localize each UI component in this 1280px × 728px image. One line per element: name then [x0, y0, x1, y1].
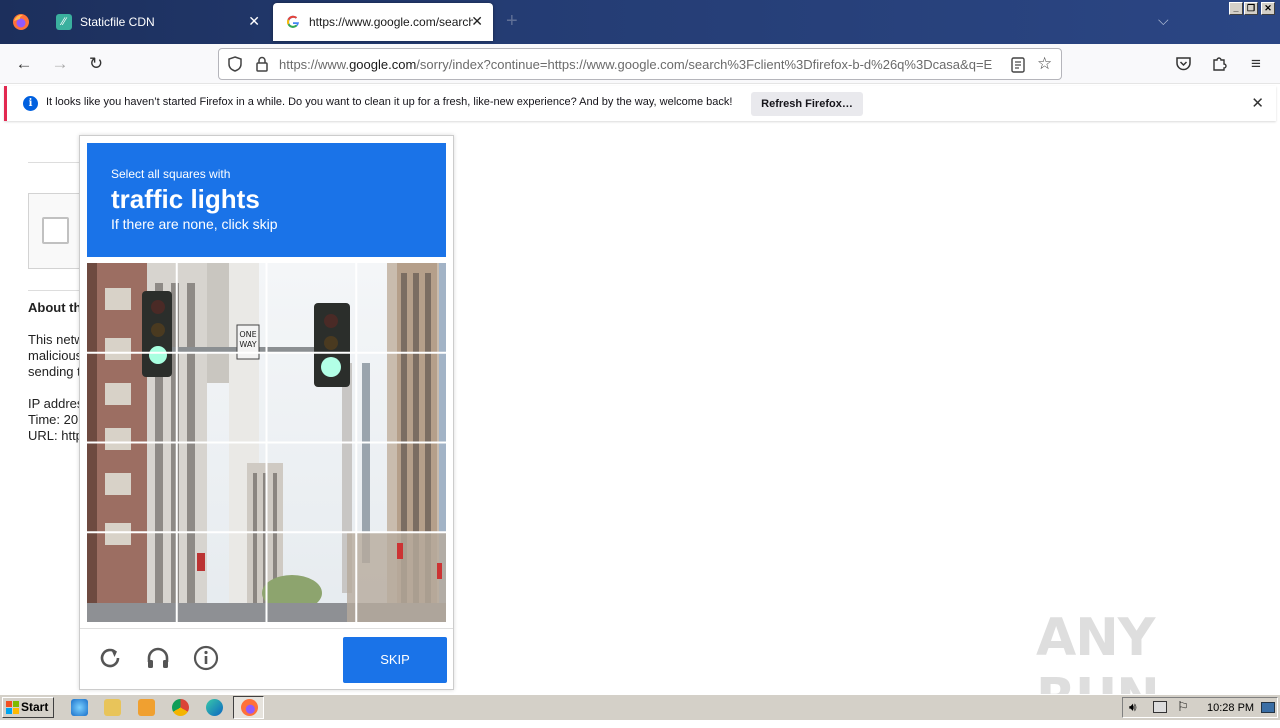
restore-button[interactable]: ❐: [1244, 2, 1258, 15]
notification-message: It looks like you haven’t started Firefo…: [46, 96, 733, 108]
recaptcha-checkbox[interactable]: [42, 217, 69, 244]
edge-icon[interactable]: [206, 699, 223, 716]
captcha-tile[interactable]: [356, 353, 446, 443]
captcha-tile[interactable]: [356, 443, 446, 532]
captcha-hint: If there are none, click skip: [111, 216, 278, 232]
tab-bar: ∕∕ Staticfile CDN ✕ https://www.google.c…: [0, 0, 1280, 44]
reload-icon[interactable]: ↻: [86, 54, 106, 74]
captcha-instruction: Select all squares with: [111, 167, 231, 181]
app-menu-hamburger-icon[interactable]: ≡: [1246, 54, 1266, 74]
audio-challenge-headphones-icon[interactable]: [145, 645, 171, 671]
url-text[interactable]: https://www.google.com/sorry/index?conti…: [279, 57, 999, 72]
close-tab-icon[interactable]: ✕: [471, 13, 483, 30]
volume-icon[interactable]: 🔊︎: [1129, 700, 1137, 715]
media-player-icon[interactable]: [138, 699, 155, 716]
close-notification-icon[interactable]: ✕: [1251, 94, 1264, 112]
close-tab-icon[interactable]: ✕: [248, 13, 260, 30]
captcha-tile[interactable]: [177, 263, 267, 353]
captcha-header: Select all squares with traffic lights I…: [87, 143, 446, 257]
tab-title: Staticfile CDN: [80, 15, 155, 29]
pocket-icon[interactable]: [1175, 55, 1192, 72]
captcha-footer: SKIP: [80, 628, 453, 690]
ip-address-line: IP addres: [28, 396, 84, 411]
firefox-view-button[interactable]: [0, 0, 42, 44]
about-heading: About th: [28, 300, 82, 315]
url-domain: google.com: [349, 57, 417, 72]
info-icon: i: [23, 96, 38, 111]
forward-arrow-icon[interactable]: →: [50, 54, 70, 74]
firefox-icon: [241, 699, 258, 716]
url-path: /sorry/index?continue=https://www.google…: [416, 57, 993, 72]
captcha-tile[interactable]: [267, 532, 356, 622]
file-explorer-icon[interactable]: [104, 699, 121, 716]
notification-bar: i It looks like you haven’t started Fire…: [4, 86, 1276, 121]
list-all-tabs-chevron-icon[interactable]: ⌵: [1158, 12, 1169, 29]
captcha-tile[interactable]: [356, 532, 446, 622]
tab-title: https://www.google.com/search?c: [309, 15, 473, 29]
start-button[interactable]: Start: [2, 697, 54, 718]
captcha-tile[interactable]: [177, 353, 267, 443]
clock: 10:28 PM: [1207, 702, 1255, 714]
start-label: Start: [21, 700, 49, 714]
staticfile-favicon-icon: ∕∕: [56, 14, 72, 30]
help-info-icon[interactable]: [193, 645, 219, 671]
firefox-icon: [13, 14, 29, 30]
captcha-tile[interactable]: [87, 353, 177, 443]
system-tray: 🔊︎ ⚐ 10:28 PM: [1122, 697, 1278, 718]
firefox-taskbar-button[interactable]: [233, 696, 264, 719]
back-arrow-icon[interactable]: ←: [14, 54, 34, 74]
captcha-tile[interactable]: [267, 443, 356, 532]
reload-challenge-icon[interactable]: [97, 645, 123, 671]
windows-logo-icon: [6, 701, 19, 714]
google-favicon-icon: [285, 14, 301, 30]
url-bar[interactable]: https://www.google.com/sorry/index?conti…: [218, 48, 1062, 80]
time-line: Time: 20: [28, 412, 79, 427]
tab-staticfile[interactable]: ∕∕ Staticfile CDN ✕: [44, 0, 270, 44]
para-line: malicious: [28, 348, 83, 363]
para-line: This netw: [28, 332, 84, 347]
chrome-icon[interactable]: [172, 699, 189, 716]
bookmark-star-icon[interactable]: ☆: [1037, 54, 1052, 74]
taskbar: Start 🔊︎ ⚐ 10:28 PM: [0, 694, 1280, 720]
captcha-tile[interactable]: [87, 443, 177, 532]
action-center-flag-icon[interactable]: ⚐: [1177, 699, 1189, 715]
tracking-shield-icon[interactable]: [227, 56, 243, 72]
captcha-tile[interactable]: [267, 263, 356, 353]
minimize-button[interactable]: _: [1229, 2, 1243, 15]
tab-google-search[interactable]: https://www.google.com/search?c ✕: [273, 3, 493, 41]
captcha-tile[interactable]: [177, 532, 267, 622]
url-line: URL: http: [28, 428, 83, 443]
captcha-tile[interactable]: [87, 532, 177, 622]
captcha-tile[interactable]: [87, 263, 177, 353]
reader-view-icon[interactable]: [1011, 57, 1025, 73]
refresh-firefox-button[interactable]: Refresh Firefox…: [751, 92, 863, 116]
show-desktop-icon[interactable]: [1261, 702, 1275, 713]
skip-button[interactable]: SKIP: [343, 637, 447, 683]
extensions-puzzle-icon[interactable]: [1211, 55, 1228, 72]
navigation-bar: ← → ↻ https://www.google.com/sorry/index…: [0, 44, 1280, 84]
para-line: sending t: [28, 364, 81, 379]
new-tab-button[interactable]: +: [506, 10, 518, 33]
captcha-image-grid: ONE WAY: [87, 263, 446, 622]
lock-icon[interactable]: [255, 56, 269, 72]
captcha-challenge-dialog: Select all squares with traffic lights I…: [79, 135, 454, 690]
captcha-tile[interactable]: [177, 443, 267, 532]
captcha-tile[interactable]: [356, 263, 446, 353]
network-icon[interactable]: [1153, 701, 1167, 713]
url-prefix: https://www.: [279, 57, 350, 72]
internet-explorer-icon[interactable]: [71, 699, 88, 716]
captcha-target: traffic lights: [111, 184, 260, 214]
captcha-tile[interactable]: [267, 353, 356, 443]
close-window-button[interactable]: ✕: [1261, 2, 1275, 15]
